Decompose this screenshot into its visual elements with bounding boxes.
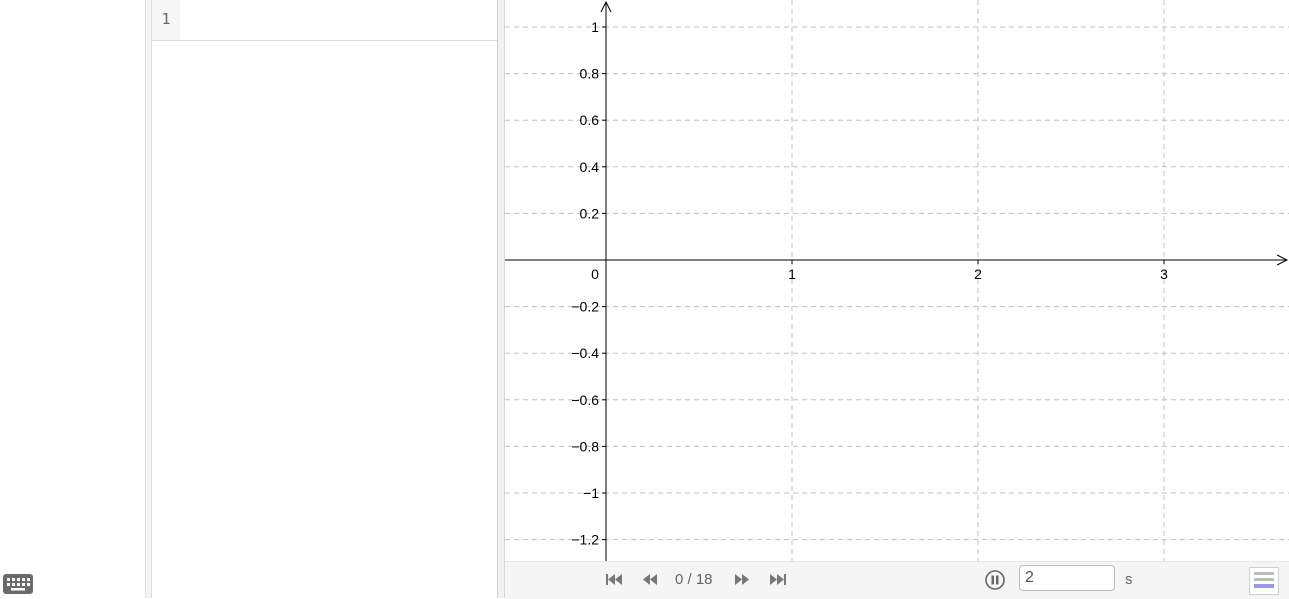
y-tick-label: −0.8: [571, 438, 599, 454]
keyboard-icon[interactable]: [3, 574, 33, 594]
y-tick-label: −0.4: [571, 345, 599, 361]
row-number: 1: [152, 0, 180, 40]
speed-unit: s: [1125, 571, 1133, 588]
y-tick-label: −1.2: [571, 532, 599, 548]
x-tick-label: 2: [974, 266, 982, 282]
last-icon[interactable]: [769, 572, 787, 588]
left-margin: [0, 0, 146, 598]
algebra-view: 1: [152, 0, 498, 598]
x-tick-label: 1: [788, 266, 796, 282]
next-icon[interactable]: [733, 572, 751, 588]
y-tick-label: 1: [591, 19, 599, 35]
pause-icon[interactable]: [985, 570, 1005, 590]
y-tick-label: −0.6: [571, 392, 599, 408]
view-splitter[interactable]: [498, 0, 505, 598]
y-tick-label: 0.4: [580, 159, 600, 175]
first-icon[interactable]: [605, 572, 623, 588]
step-counter: 0 / 18: [675, 571, 713, 588]
y-tick-label: −0.2: [571, 299, 599, 315]
x-tick-label: 0: [591, 266, 599, 282]
speed-input[interactable]: [1019, 565, 1115, 591]
y-tick-label: 0.6: [580, 112, 600, 128]
y-tick-label: 0.2: [580, 205, 600, 221]
graphics-view[interactable]: 0 1 2 3 1 0.8 0.6 0.4 0.2 −0.2 −0.4 −0.6 −0.8 −1 −1.2: [505, 0, 1289, 561]
playback-bar: 0 / 18 s: [505, 561, 1289, 599]
algebra-view-icon[interactable]: [1249, 567, 1279, 595]
previous-icon[interactable]: [641, 572, 659, 588]
y-tick-label: −1: [583, 485, 599, 501]
algebra-input-row[interactable]: 1: [152, 0, 497, 41]
y-tick-label: 0.8: [580, 66, 600, 82]
x-tick-label: 3: [1160, 266, 1168, 282]
graph-canvas[interactable]: 0 1 2 3 1 0.8 0.6 0.4 0.2 −0.2 −0.4 −0.6 −0.8 −1 −1.2: [505, 0, 1289, 561]
